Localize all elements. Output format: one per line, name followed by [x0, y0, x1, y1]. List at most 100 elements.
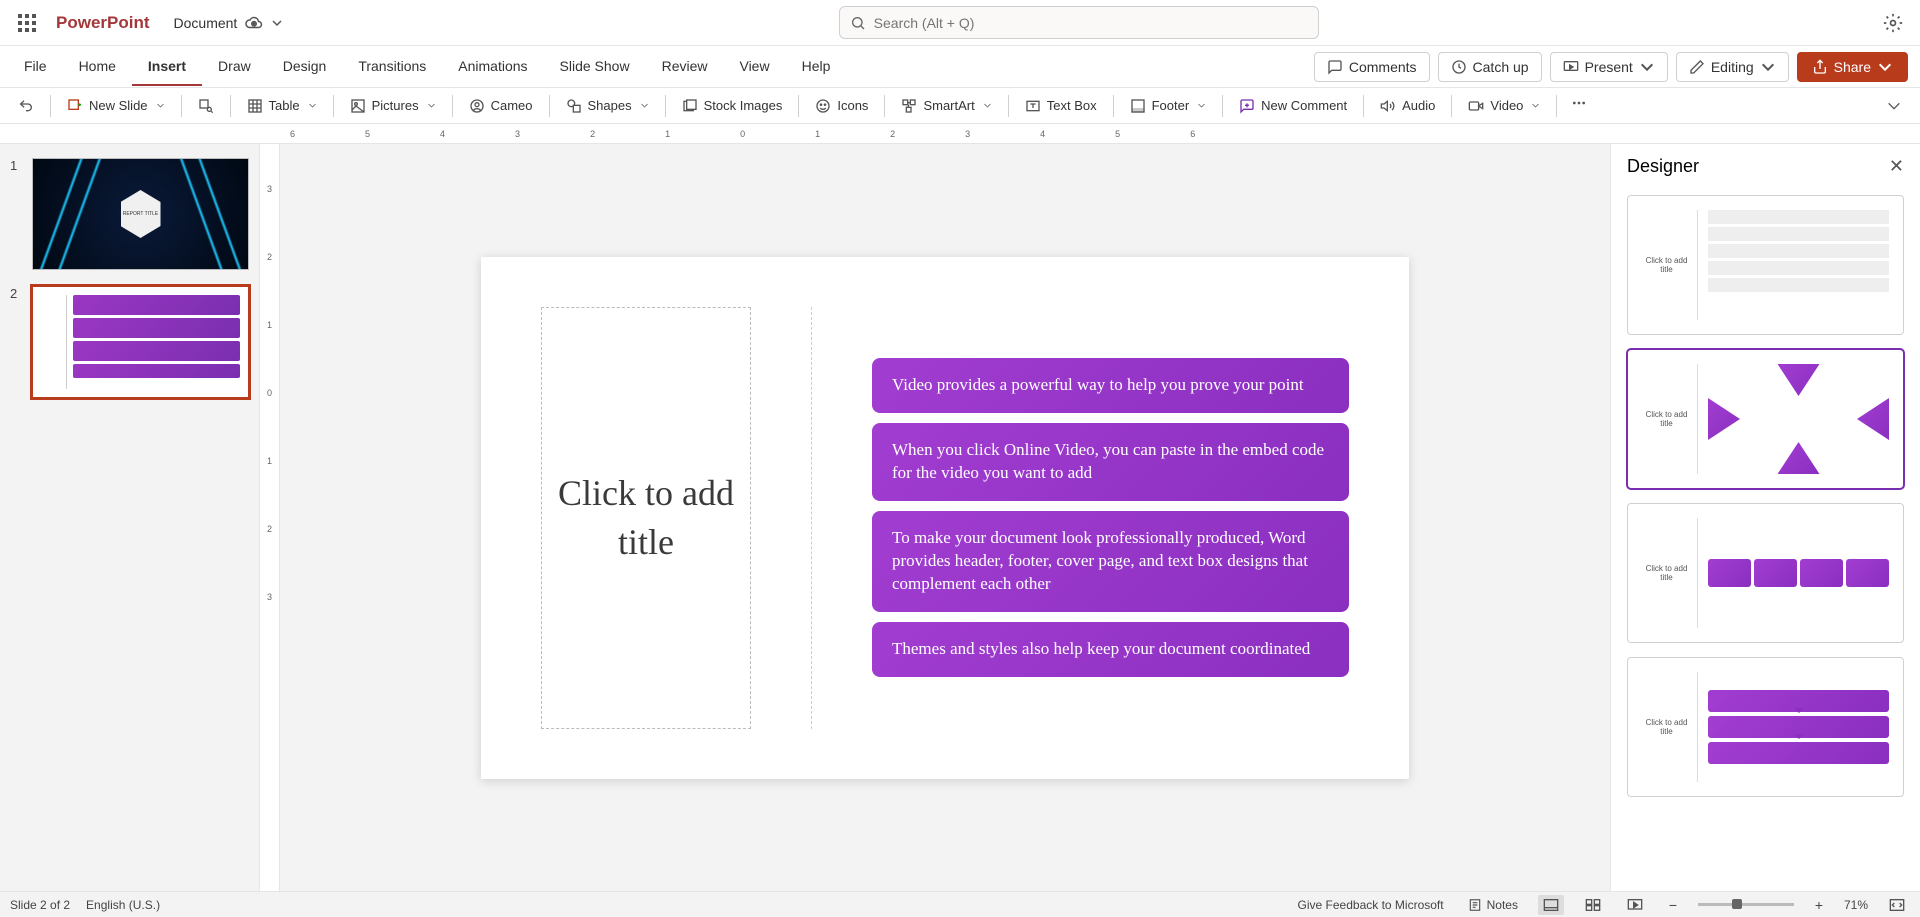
slide-counter[interactable]: Slide 2 of 2 — [10, 898, 70, 912]
new-comment-button[interactable]: New Comment — [1229, 93, 1357, 119]
new-slide-button[interactable]: New Slide — [57, 93, 175, 119]
zoom-out-button[interactable]: − — [1664, 897, 1682, 913]
video-button[interactable]: Video — [1458, 93, 1550, 119]
audio-button[interactable]: Audio — [1370, 93, 1445, 119]
shapes-button[interactable]: Shapes — [556, 93, 659, 119]
designer-card-3[interactable]: Click to add title — [1627, 503, 1904, 643]
icons-button[interactable]: Icons — [805, 93, 878, 119]
tab-animations[interactable]: Animations — [442, 48, 543, 86]
catchup-button[interactable]: Catch up — [1438, 52, 1542, 82]
chevron-down-icon — [1639, 59, 1655, 75]
slide[interactable]: Click to add title Video provides a powe… — [481, 257, 1409, 779]
content-placeholder[interactable]: Video provides a powerful way to help yo… — [872, 307, 1349, 729]
textbox-button[interactable]: Text Box — [1015, 93, 1107, 119]
content-box-3[interactable]: To make your document look professionall… — [872, 511, 1349, 612]
comments-button[interactable]: Comments — [1314, 52, 1430, 82]
content-box-4[interactable]: Themes and styles also help keep your do… — [872, 622, 1349, 677]
present-button[interactable]: Present — [1550, 52, 1668, 82]
ribbon-overflow-button[interactable] — [1563, 90, 1595, 121]
present-label: Present — [1585, 59, 1633, 75]
tab-insert[interactable]: Insert — [132, 48, 202, 86]
footer-button[interactable]: Footer — [1120, 93, 1217, 119]
horizontal-ruler: 6 5 4 3 2 1 0 1 2 3 4 5 6 — [0, 124, 1920, 144]
search-box[interactable] — [839, 6, 1319, 39]
waffle-icon — [18, 14, 36, 32]
tab-slide-show[interactable]: Slide Show — [544, 48, 646, 86]
tab-draw[interactable]: Draw — [202, 48, 267, 86]
shapes-label: Shapes — [588, 98, 632, 113]
designer-close-button[interactable]: ✕ — [1889, 156, 1904, 177]
designer-card-2[interactable]: Click to add title — [1627, 349, 1904, 489]
search-input[interactable] — [874, 15, 1308, 31]
zoom-slider[interactable] — [1698, 903, 1794, 906]
tab-transitions[interactable]: Transitions — [342, 48, 442, 86]
designer-card-title: Click to add title — [1642, 364, 1698, 474]
icons-icon — [815, 98, 831, 114]
new-comment-label: New Comment — [1261, 98, 1347, 113]
share-label: Share — [1834, 59, 1871, 75]
tab-help[interactable]: Help — [786, 48, 847, 86]
tab-view[interactable]: View — [723, 48, 785, 86]
audio-icon — [1380, 98, 1396, 114]
shapes-icon — [566, 98, 582, 114]
designer-title: Designer — [1627, 156, 1699, 177]
share-button[interactable]: Share — [1797, 52, 1908, 82]
stock-images-label: Stock Images — [704, 98, 783, 113]
slide-thumbnail-1[interactable]: REPORT TITLE — [32, 158, 249, 270]
video-icon — [1468, 98, 1484, 114]
feedback-link[interactable]: Give Feedback to Microsoft — [1294, 896, 1448, 914]
tab-file[interactable]: File — [8, 48, 63, 86]
stock-images-button[interactable]: Stock Images — [672, 93, 793, 119]
designer-pane: Designer ✕ Click to add title Click to a… — [1610, 144, 1920, 891]
zoom-percent[interactable]: 71% — [1844, 898, 1868, 912]
footer-icon — [1130, 98, 1146, 114]
slide-canvas-area[interactable]: Click to add title Video provides a powe… — [280, 144, 1610, 891]
tab-review[interactable]: Review — [646, 48, 724, 86]
textbox-icon — [1025, 98, 1041, 114]
zoom-slider-knob[interactable] — [1732, 899, 1742, 909]
pencil-icon — [1689, 59, 1705, 75]
app-launcher[interactable] — [8, 4, 46, 42]
smartart-button[interactable]: SmartArt — [891, 93, 1001, 119]
ribbon-collapse-button[interactable] — [1876, 93, 1912, 119]
new-slide-label: New Slide — [89, 98, 148, 113]
title-placeholder[interactable]: Click to add title — [541, 307, 751, 729]
editing-button[interactable]: Editing — [1676, 52, 1789, 82]
zoom-in-button[interactable]: + — [1810, 897, 1828, 913]
undo-button[interactable] — [8, 93, 44, 119]
designer-suggestions-list[interactable]: Click to add title Click to add title Cl… — [1611, 189, 1920, 891]
gear-icon — [1883, 13, 1903, 33]
notes-icon — [1468, 898, 1482, 912]
document-name[interactable]: Document — [174, 14, 284, 32]
video-label: Video — [1490, 98, 1523, 113]
settings-button[interactable] — [1874, 4, 1912, 42]
tab-design[interactable]: Design — [267, 48, 343, 86]
reuse-slides-button[interactable] — [188, 93, 224, 119]
catchup-icon — [1451, 59, 1467, 75]
tab-home[interactable]: Home — [63, 48, 132, 86]
notes-button[interactable]: Notes — [1464, 896, 1522, 914]
designer-card-4[interactable]: Click to add title — [1627, 657, 1904, 797]
content-box-2[interactable]: When you click Online Video, you can pas… — [872, 423, 1349, 501]
language-indicator[interactable]: English (U.S.) — [86, 898, 160, 912]
normal-view-button[interactable] — [1538, 895, 1564, 915]
table-icon — [247, 98, 263, 114]
sorter-view-icon — [1585, 898, 1601, 912]
smartart-icon — [901, 98, 917, 114]
cameo-button[interactable]: Cameo — [459, 93, 543, 119]
thumb-number: 2 — [10, 286, 24, 398]
slide-thumbnail-2[interactable] — [32, 286, 249, 398]
content-box-1[interactable]: Video provides a powerful way to help yo… — [872, 358, 1349, 413]
table-button[interactable]: Table — [237, 93, 327, 119]
chevron-down-icon — [983, 101, 992, 110]
fit-to-window-button[interactable] — [1884, 895, 1910, 915]
fit-icon — [1889, 898, 1905, 912]
chevron-down-icon — [308, 101, 317, 110]
chevron-down-icon — [156, 101, 165, 110]
textbox-label: Text Box — [1047, 98, 1097, 113]
slideshow-view-button[interactable] — [1622, 895, 1648, 915]
designer-card-1[interactable]: Click to add title — [1627, 195, 1904, 335]
pictures-button[interactable]: Pictures — [340, 93, 446, 119]
slide-thumbnail-panel[interactable]: 1 REPORT TITLE 2 — [0, 144, 260, 891]
sorter-view-button[interactable] — [1580, 895, 1606, 915]
